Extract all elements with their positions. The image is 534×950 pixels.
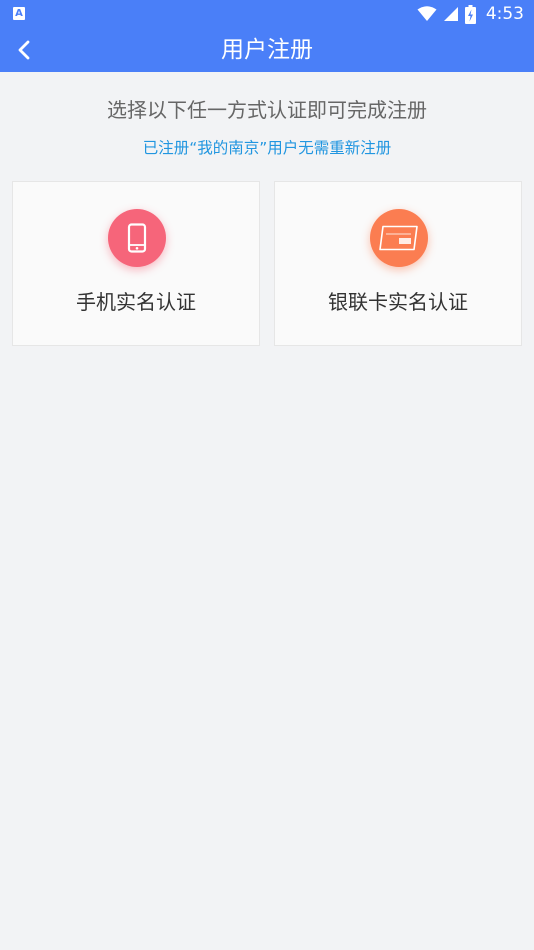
- status-time: 4:53: [485, 4, 524, 24]
- unionpay-verification-option[interactable]: 银联卡实名认证: [274, 181, 522, 346]
- nav-bar: 用户注册: [0, 28, 534, 72]
- phone-verification-label: 手机实名认证: [76, 290, 196, 314]
- status-bar: A 4:53: [0, 0, 534, 28]
- battery-icon: [464, 4, 476, 24]
- cell-signal-icon: [443, 7, 458, 21]
- app-header: A 4:53 用户注册: [0, 0, 534, 72]
- status-icons: 4:53: [417, 3, 524, 25]
- app-notification-icon: A: [13, 7, 25, 20]
- phone-icon: [127, 223, 147, 253]
- wifi-icon: [417, 6, 437, 21]
- phone-icon-badge: [108, 209, 166, 267]
- unionpay-verification-label: 银联卡实名认证: [328, 290, 468, 314]
- page-title: 用户注册: [221, 37, 313, 63]
- instruction-text: 选择以下任一方式认证即可完成注册: [107, 98, 427, 122]
- unionpay-card-icon: [379, 225, 418, 251]
- registered-user-notice: 已注册“我的南京”用户无需重新注册: [142, 139, 392, 157]
- phone-verification-option[interactable]: 手机实名认证: [12, 181, 260, 346]
- unionpay-icon-badge: [370, 209, 428, 267]
